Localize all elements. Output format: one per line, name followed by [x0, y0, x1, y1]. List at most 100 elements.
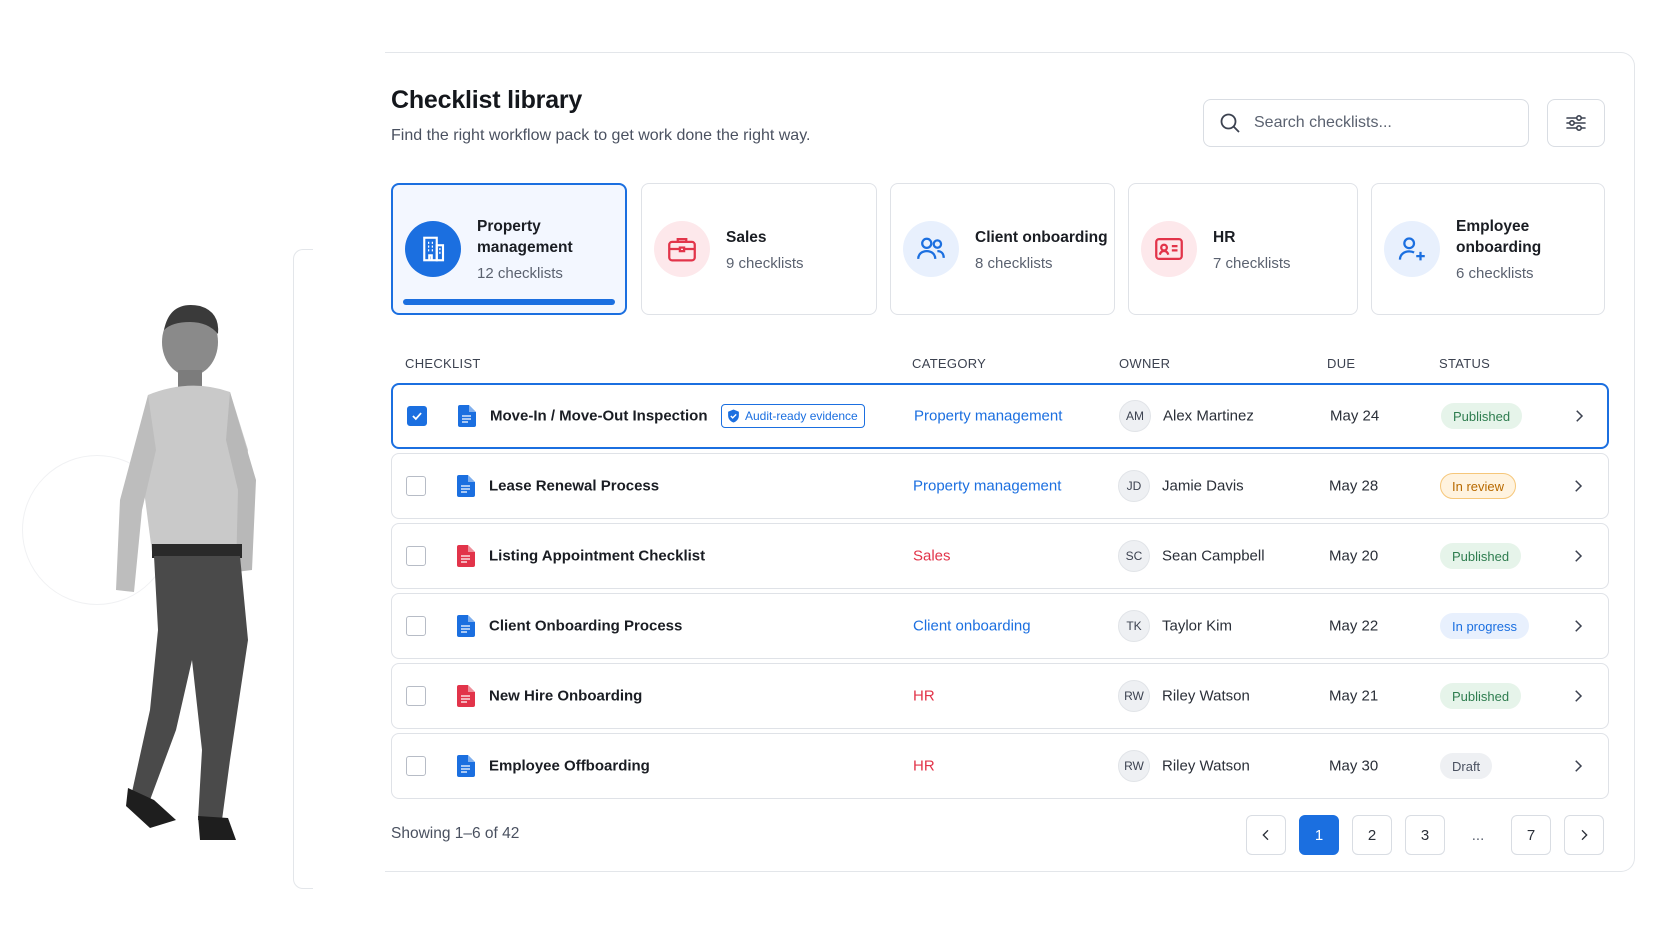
search-icon	[1220, 113, 1240, 133]
column-header-due[interactable]: DUE	[1327, 356, 1355, 371]
user-plus-icon	[1384, 221, 1440, 277]
status-badge: Published	[1441, 403, 1523, 429]
badge-label: Audit-ready evidence	[745, 409, 858, 423]
status-badge: Published	[1440, 683, 1522, 709]
category-count: 7 checklists	[1213, 254, 1291, 272]
users-icon	[903, 221, 959, 277]
avatar: SC	[1118, 540, 1150, 572]
row-category[interactable]: Property management	[914, 408, 1062, 425]
row-checkbox[interactable]	[406, 756, 426, 776]
prev-page-button[interactable]	[1246, 815, 1286, 855]
status-badge: In progress	[1440, 613, 1530, 639]
row-checkbox[interactable]	[406, 476, 426, 496]
pagination-summary: Showing 1–6 of 42	[391, 825, 520, 842]
chevron-right-icon[interactable]	[1569, 757, 1587, 775]
next-page-button[interactable]	[1564, 815, 1604, 855]
table-row[interactable]: Lease Renewal Process Property management…	[391, 453, 1609, 519]
shield-check-icon	[728, 409, 739, 423]
category-card-hr[interactable]: HR 7 checklists	[1128, 183, 1358, 315]
row-checkbox[interactable]	[407, 406, 427, 426]
column-header-owner[interactable]: OWNER	[1119, 356, 1170, 371]
column-header-status[interactable]: STATUS	[1439, 356, 1490, 371]
row-category[interactable]: HR	[913, 758, 935, 775]
filter-button[interactable]	[1547, 99, 1605, 147]
page-button-3[interactable]: 3	[1405, 815, 1445, 855]
category-card-employee-onboarding[interactable]: Employee onboarding 6 checklists	[1371, 183, 1605, 315]
category-name: Client onboarding	[975, 228, 1108, 246]
row-due-date: May 24	[1330, 407, 1380, 425]
checklist-name[interactable]: Lease Renewal Process	[489, 478, 659, 495]
row-category[interactable]: Property management	[913, 478, 1061, 495]
page-button-2[interactable]: 2	[1352, 815, 1392, 855]
category-count: 8 checklists	[975, 254, 1053, 272]
row-checkbox[interactable]	[406, 546, 426, 566]
chevron-right-icon[interactable]	[1569, 617, 1587, 635]
category-name: Sales	[726, 228, 767, 246]
document-icon	[458, 405, 476, 427]
row-owner: Jamie Davis	[1162, 477, 1244, 495]
search-input[interactable]	[1254, 114, 1494, 132]
row-checkbox[interactable]	[406, 686, 426, 706]
page-title: Checklist library	[391, 86, 583, 114]
table-row[interactable]: Move-In / Move-Out Inspection Audit-ready…	[391, 383, 1609, 449]
avatar: RW	[1118, 750, 1150, 782]
document-icon	[457, 475, 475, 497]
table-row[interactable]: Client Onboarding Process Client onboardi…	[391, 593, 1609, 659]
document-icon	[457, 545, 475, 567]
chevron-right-icon[interactable]	[1569, 687, 1587, 705]
row-checkbox[interactable]	[406, 616, 426, 636]
hero-illustration	[0, 0, 330, 941]
category-card-sales[interactable]: Sales 9 checklists	[641, 183, 877, 315]
briefcase-icon	[654, 221, 710, 277]
page-ellipsis: ...	[1471, 826, 1485, 844]
checklist-name[interactable]: Move-In / Move-Out Inspection	[490, 408, 708, 425]
row-owner: Riley Watson	[1162, 687, 1250, 705]
row-owner: Taylor Kim	[1162, 617, 1233, 635]
search-box[interactable]	[1203, 99, 1529, 147]
checklist-name[interactable]: Client Onboarding Process	[489, 618, 682, 635]
sliders-icon	[1566, 115, 1586, 132]
chevron-left-icon	[1262, 829, 1269, 841]
avatar: RW	[1118, 680, 1150, 712]
chevron-right-icon	[1581, 829, 1588, 841]
table-row[interactable]: Employee Offboarding HR RW Riley Watson May …	[391, 733, 1609, 799]
document-icon	[457, 755, 475, 777]
row-owner: Alex Martinez	[1163, 407, 1254, 425]
table-row[interactable]: Listing Appointment Checklist Sales SC Sean…	[391, 523, 1609, 589]
avatar: JD	[1118, 470, 1150, 502]
chevron-right-icon[interactable]	[1569, 547, 1587, 565]
column-header-category[interactable]: CATEGORY	[912, 356, 986, 371]
row-category[interactable]: Client onboarding	[913, 618, 1031, 635]
document-icon	[457, 615, 475, 637]
table-row[interactable]: New Hire Onboarding HR RW Riley Watson May 2…	[391, 663, 1609, 729]
page-button-1[interactable]: 1	[1299, 815, 1339, 855]
checklist-name[interactable]: Employee Offboarding	[489, 758, 650, 775]
row-due-date: May 30	[1329, 757, 1379, 775]
row-owner: Sean Campbell	[1162, 547, 1265, 565]
chevron-right-icon[interactable]	[1570, 407, 1588, 425]
category-name: HR	[1213, 228, 1236, 246]
status-badge: Draft	[1440, 753, 1493, 779]
chevron-right-icon[interactable]	[1569, 477, 1587, 495]
active-indicator	[403, 299, 615, 305]
column-header-checklist[interactable]: CHECKLIST	[405, 356, 481, 371]
row-category[interactable]: Sales	[913, 548, 951, 565]
category-name: Property management	[477, 218, 573, 256]
page-subtitle: Find the right workflow pack to get work…	[391, 127, 811, 144]
category-card-client-onboarding[interactable]: Client onboarding 8 checklists	[890, 183, 1115, 315]
checklist-name[interactable]: Listing Appointment Checklist	[489, 548, 705, 565]
row-due-date: May 20	[1329, 547, 1379, 565]
avatar: TK	[1118, 610, 1150, 642]
id-card-icon	[1141, 221, 1197, 277]
row-category[interactable]: HR	[913, 688, 935, 705]
building-icon	[405, 221, 461, 277]
row-due-date: May 22	[1329, 617, 1379, 635]
audit-evidence-badge: Audit-ready evidence	[721, 404, 865, 428]
category-count: 12 checklists	[477, 265, 563, 282]
checklist-name[interactable]: New Hire Onboarding	[489, 688, 642, 705]
category-name: Employee onboarding	[1456, 218, 1542, 256]
person-illustration	[116, 305, 256, 840]
category-card-property-management[interactable]: Property management 12 checklists	[391, 183, 627, 315]
avatar: AM	[1119, 400, 1151, 432]
page-button-7[interactable]: 7	[1511, 815, 1551, 855]
